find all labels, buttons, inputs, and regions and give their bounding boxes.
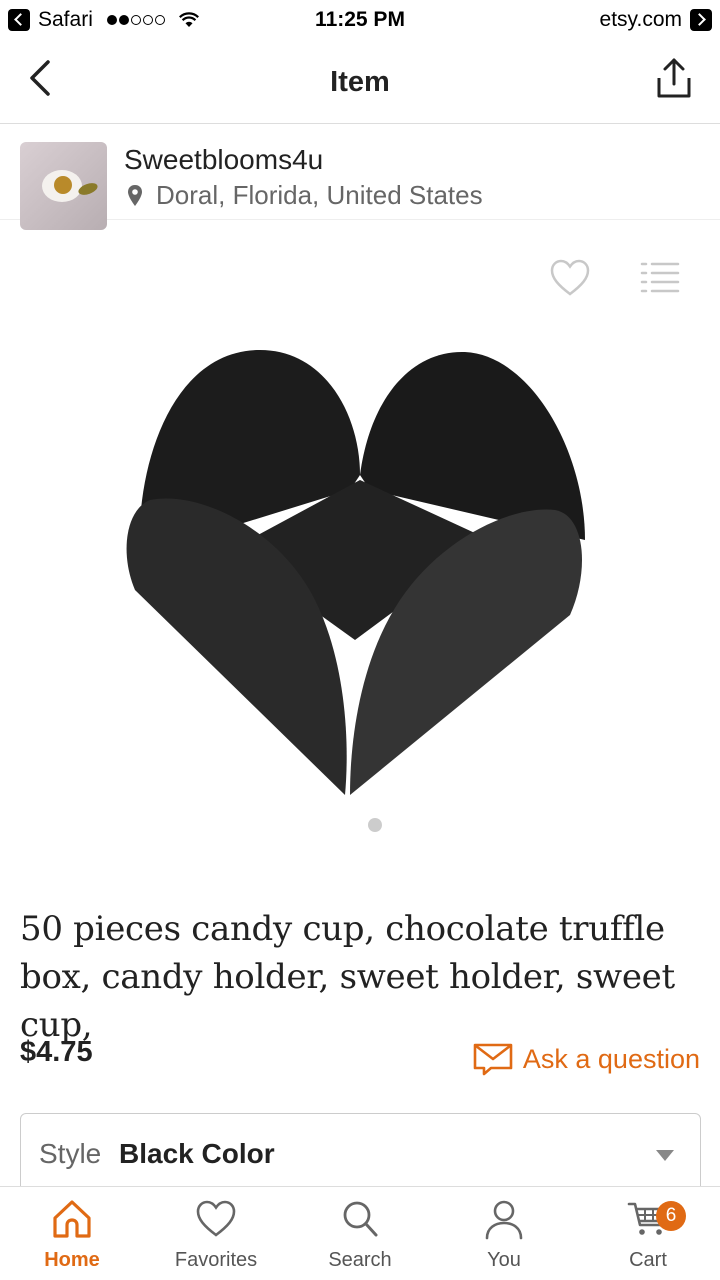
- tab-cart-label: Cart: [629, 1249, 667, 1271]
- heart-icon[interactable]: [548, 256, 592, 300]
- heart-icon: [196, 1200, 236, 1237]
- shop-location: Doral, Florida, United States: [126, 180, 483, 211]
- nav-bar: Item: [0, 40, 720, 124]
- mail-icon: [473, 1043, 513, 1076]
- tab-home[interactable]: Home: [0, 1187, 144, 1280]
- tab-home-label: Home: [44, 1249, 100, 1271]
- tab-search-label: Search: [328, 1249, 392, 1271]
- tab-bar: Home Favorites Search You 6 Cart: [0, 1186, 720, 1280]
- style-select-label: Style: [39, 1138, 102, 1169]
- listing-title: 50 pieces candy cup, chocolate truffle b…: [20, 909, 675, 1045]
- shop-name[interactable]: Sweetblooms4u: [124, 144, 323, 176]
- style-select-value: Black Color: [119, 1138, 275, 1169]
- ask-question-label: Ask a question: [522, 1043, 700, 1074]
- shop-header[interactable]: Sweetblooms4u Doral, Florida, United Sta…: [0, 124, 720, 230]
- listing-price: $4.75: [20, 1036, 93, 1068]
- cart-count-badge: 6: [656, 1201, 686, 1231]
- tab-favorites-label: Favorites: [174, 1249, 258, 1271]
- site-label: etsy.com: [599, 8, 682, 31]
- product-image[interactable]: [110, 340, 600, 810]
- tab-you-label: You: [487, 1249, 521, 1271]
- location-pin-icon: [128, 184, 142, 206]
- add-to-list-icon[interactable]: [638, 260, 682, 296]
- tab-favorites[interactable]: Favorites: [144, 1187, 288, 1280]
- shop-avatar[interactable]: [20, 142, 107, 230]
- site-forward-button[interactable]: etsy.com: [600, 8, 712, 32]
- person-icon: [485, 1200, 523, 1240]
- share-icon[interactable]: [650, 54, 698, 102]
- tab-cart[interactable]: 6 Cart: [576, 1187, 720, 1280]
- caret-down-icon: [656, 1150, 674, 1161]
- page-title: Item: [330, 66, 390, 98]
- tab-you[interactable]: You: [432, 1187, 576, 1280]
- status-bar: Safari 11:25 PM etsy.com: [0, 0, 720, 40]
- search-icon: [343, 1201, 378, 1237]
- ask-question-button[interactable]: Ask a question: [473, 1042, 700, 1076]
- shop-location-text: Doral, Florida, United States: [156, 180, 483, 210]
- tab-search[interactable]: Search: [288, 1187, 432, 1280]
- forward-icon: [690, 9, 712, 31]
- image-pager-dot[interactable]: [368, 818, 382, 832]
- home-icon: [53, 1200, 91, 1238]
- product-image-carousel[interactable]: [0, 220, 720, 860]
